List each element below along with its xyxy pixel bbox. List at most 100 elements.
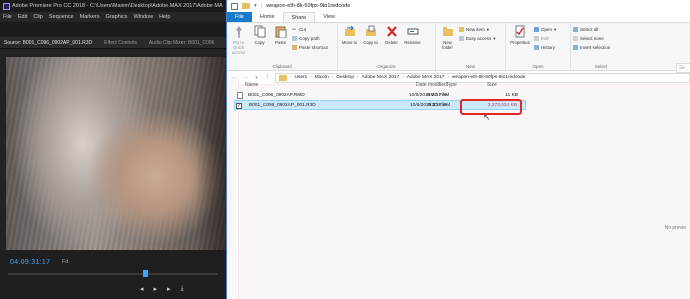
new-folder-icon: [442, 27, 453, 36]
edit-button[interactable]: Edit: [534, 35, 556, 42]
copy-path-button[interactable]: Copy path: [292, 35, 328, 42]
file-list-area: Name Date modified Type Size B001_C096_0…: [227, 79, 690, 299]
rename-label: Rename: [404, 40, 421, 45]
organize-group-label: Organize: [377, 64, 396, 69]
mouse-cursor-icon: ↖: [483, 112, 491, 122]
pin-label: Pin to Quick access: [231, 40, 246, 55]
source-monitor-video[interactable]: [6, 57, 226, 250]
delete-icon: [386, 26, 397, 37]
properties-icon: [515, 25, 525, 38]
menu-clip[interactable]: Clip: [33, 12, 42, 22]
source-panel-tabs: Source: B001_C096_0902AP_001.R3D Effect …: [0, 37, 226, 49]
row-checkbox[interactable]: ✓: [236, 103, 242, 109]
step-back-icon[interactable]: ◂: [140, 285, 144, 293]
menu-help[interactable]: Help: [159, 12, 170, 22]
menu-window[interactable]: Window: [134, 12, 154, 22]
new-folder-label: New folder: [442, 40, 453, 50]
premiere-window: Adobe Premiere Pro CC 2018 - C:\Users\Ma…: [0, 0, 226, 299]
timeline-scrubber[interactable]: [8, 273, 218, 275]
step-forward-icon[interactable]: ▸: [167, 285, 171, 293]
playhead-handle[interactable]: [143, 270, 148, 277]
select-none-button[interactable]: Select none: [573, 35, 610, 42]
tab-view[interactable]: View: [315, 12, 343, 22]
clipboard-group-label: Clipboard: [272, 64, 292, 69]
preview-pane-message: No previe: [664, 225, 686, 231]
new-item-icon: [459, 27, 464, 32]
invert-selection-button[interactable]: Invert selection: [573, 44, 610, 51]
copy-icon: [254, 25, 265, 38]
menu-graphics[interactable]: Graphics: [106, 12, 128, 22]
ribbon: Pin to Quick access Copy Paste ✂ Cut Copy…: [227, 22, 690, 71]
file-icon: [237, 92, 243, 99]
transport-controls: ◂ ▸ ▸ ⤓: [140, 285, 184, 293]
select-all-label: Select all: [580, 27, 599, 32]
zoom-fit-select[interactable]: Fit: [62, 259, 68, 265]
explorer-window: ▾ | weapon-eth-8k-50fps-9to1redcode File…: [226, 0, 690, 299]
column-header-type[interactable]: Type: [446, 82, 457, 88]
tab-effect-controls[interactable]: Effect Controls: [104, 37, 137, 48]
size-highlight-annotation: [460, 99, 522, 115]
invert-selection-icon: [573, 45, 578, 50]
column-header-date[interactable]: Date modified: [416, 82, 447, 88]
invert-selection-label: Invert selection: [580, 45, 611, 50]
easy-access-button[interactable]: Easy access ▾: [459, 35, 496, 42]
playhead-timecode[interactable]: 04:09:31:17: [10, 259, 50, 266]
premiere-menubar: File Edit Clip Sequence Markers Graphics…: [0, 12, 226, 22]
menu-sequence[interactable]: Sequence: [49, 12, 74, 22]
tab-file[interactable]: File: [227, 12, 252, 22]
column-header-name[interactable]: Name: [245, 82, 258, 88]
explorer-titlebar: ▾ | weapon-eth-8k-50fps-9to1redcode: [227, 0, 690, 12]
open-icon: [534, 27, 539, 32]
tab-home[interactable]: Home: [252, 12, 283, 22]
clipboard-group: Pin to Quick access Copy Paste ✂ Cut Copy…: [227, 23, 338, 70]
easy-access-icon: [459, 36, 464, 41]
easy-access-dropdown-icon: ▾: [493, 35, 496, 41]
file-type: R3D File: [428, 103, 447, 108]
move-to-icon: [344, 25, 355, 36]
edit-label: Edit: [541, 36, 549, 41]
select-none-icon: [573, 36, 578, 41]
open-button[interactable]: Open ▾: [534, 26, 556, 33]
tab-audio-clip-mixer[interactable]: Audio Clip Mixer: B001_C096: [149, 37, 215, 48]
paste-shortcut-button[interactable]: Paste shortcut: [292, 44, 328, 51]
select-none-label: Select none: [580, 36, 604, 41]
file-name: B001_C096_0902AP.RMD: [248, 93, 305, 98]
copy-label: Copy: [254, 40, 265, 45]
new-group-label: New: [465, 64, 475, 69]
select-all-icon: [573, 27, 578, 32]
column-headers: Name Date modified Type Size: [241, 80, 690, 89]
scissors-icon: ✂: [292, 27, 297, 33]
titlebar-separator: |: [260, 3, 263, 9]
menu-markers[interactable]: Markers: [80, 12, 100, 22]
tab-source[interactable]: Source: B001_C096_0902AP_001.R3D: [4, 37, 92, 48]
rename-icon: [407, 28, 418, 35]
delete-label: Delete: [385, 40, 398, 45]
quick-access-dropdown-icon[interactable]: ▾: [254, 3, 257, 9]
paste-shortcut-label: Paste shortcut: [299, 45, 328, 50]
menu-edit[interactable]: Edit: [18, 12, 27, 22]
history-button[interactable]: History: [534, 44, 556, 51]
cut-button[interactable]: ✂ Cut: [292, 26, 328, 33]
new-group: New folder New item ▾ Easy access ▾ New: [436, 23, 506, 70]
cut-label: Cut: [299, 27, 307, 32]
copy-path-label: Copy path: [299, 36, 320, 41]
insert-icon[interactable]: ⤓: [181, 285, 184, 293]
tab-share[interactable]: Share: [282, 12, 316, 22]
copy-path-icon: [292, 36, 297, 41]
new-folder-quick-icon[interactable]: [242, 3, 250, 9]
search-input[interactable]: Se: [676, 63, 690, 73]
select-all-button[interactable]: Select all: [573, 26, 610, 33]
new-item-button[interactable]: New item ▾: [459, 26, 496, 33]
properties-quick-icon[interactable]: [231, 2, 238, 10]
properties-label: Properties: [510, 40, 530, 45]
premiere-toolbar-gap: [0, 22, 226, 37]
video-shadow: [196, 57, 226, 250]
history-label: History: [541, 45, 556, 50]
open-group-label: Open: [532, 64, 544, 69]
paste-label: Paste: [275, 40, 286, 45]
column-header-size[interactable]: Size: [487, 82, 497, 88]
play-icon[interactable]: ▸: [154, 285, 158, 293]
menu-file[interactable]: File: [3, 12, 12, 22]
pin-icon: [235, 26, 242, 38]
file-size: 11 KB: [505, 93, 518, 98]
